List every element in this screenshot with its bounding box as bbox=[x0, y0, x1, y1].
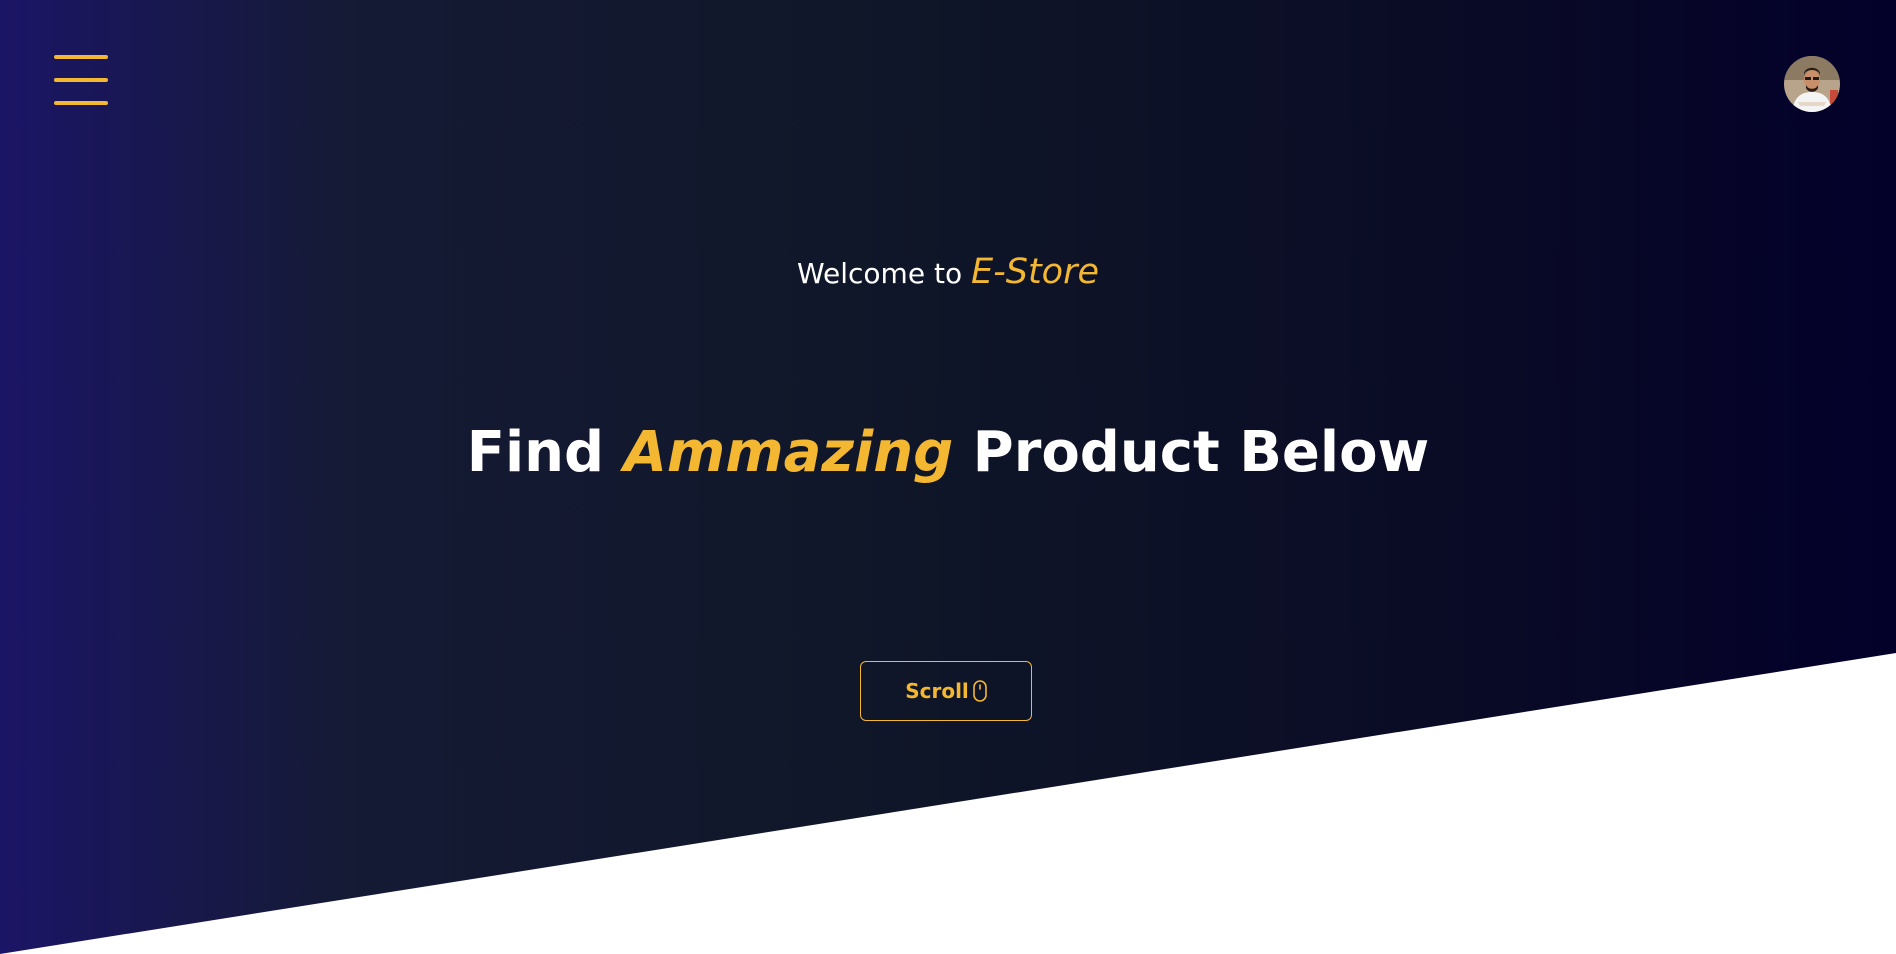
headline-end: Product Below bbox=[972, 420, 1430, 485]
menu-line bbox=[54, 101, 108, 105]
avatar-image bbox=[1784, 56, 1840, 112]
brand-name: E-Store bbox=[970, 252, 1100, 292]
scroll-button[interactable]: Scroll bbox=[860, 661, 1032, 721]
user-avatar[interactable] bbox=[1784, 56, 1840, 112]
scroll-label: Scroll bbox=[905, 679, 969, 703]
welcome-prefix: Welcome to bbox=[796, 257, 963, 290]
mouse-icon bbox=[972, 680, 987, 702]
welcome-heading: Welcome to E-Store bbox=[0, 252, 1896, 292]
menu-line bbox=[54, 78, 108, 82]
headline-start: Find bbox=[466, 420, 605, 485]
hero-headline: Find Ammazing Product Below bbox=[0, 420, 1896, 485]
hamburger-menu-icon[interactable] bbox=[54, 55, 108, 105]
headline-accent: Ammazing bbox=[623, 420, 954, 485]
menu-line bbox=[54, 55, 108, 59]
